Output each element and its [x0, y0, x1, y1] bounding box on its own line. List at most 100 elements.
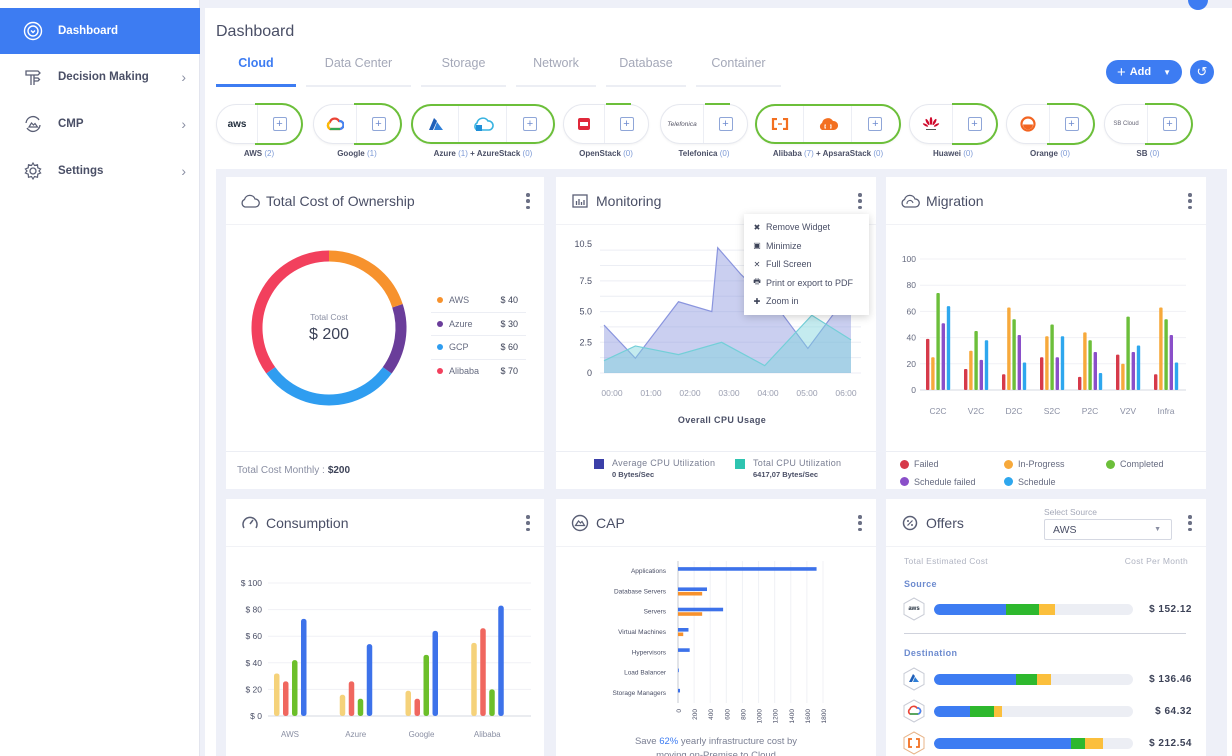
sidebar-item-cmp[interactable]: CMP › — [0, 101, 200, 147]
cost-value: $ 136.46 — [1149, 673, 1192, 685]
more-options-icon[interactable] — [858, 193, 862, 209]
close-icon: ✖ — [753, 222, 761, 232]
menu-item-remove-widget[interactable]: ✖ Remove Widget — [744, 218, 869, 237]
legend-item: Average CPU Utilization 0 Bytes/Sec — [594, 458, 735, 489]
y-tick-label: Database Servers — [614, 588, 667, 595]
widget-offers: Offers Select Source AWS ▼ Total Estimate… — [886, 499, 1206, 756]
legend-item: Completed — [1106, 457, 1196, 472]
bar-c2c-schedule-failed — [941, 323, 945, 390]
more-options-icon[interactable] — [1188, 193, 1192, 209]
x-tick-label: 400 — [708, 709, 715, 720]
provider-openstack[interactable]: + OpenStack (0) — [563, 103, 649, 158]
menu-item-print-export[interactable]: 🖶 Print or export to PDF — [744, 274, 869, 293]
legend-dot — [437, 344, 443, 351]
chevron-right-icon: › — [181, 116, 186, 132]
google-cloud-logo-icon — [314, 105, 358, 143]
cost-bar — [934, 705, 1133, 717]
provider-orange[interactable]: + Orange (0) — [1006, 103, 1095, 158]
migration-bar-chart: 0 20 40 60 80 100 C2C V2C D2C S2C P2C V2V Infra — [902, 254, 1186, 416]
discount-badge-icon — [900, 513, 920, 533]
provider-label: AWS (2) — [243, 149, 275, 158]
y-tick-label: 5.0 — [579, 307, 592, 317]
bar-v2c-in-progress — [969, 350, 973, 390]
x-tick-label: 1200 — [773, 709, 780, 724]
tco-legend: AWS $ 40 Azure $ 30 GCP $ 60 Alibaba $ 70 — [431, 289, 526, 383]
fullscreen-icon: ✕ — [753, 259, 761, 269]
x-tick-label: P2C — [1082, 406, 1099, 416]
more-options-icon[interactable] — [526, 193, 530, 209]
bar-v2c-schedule-failed — [979, 359, 983, 390]
tab-cloud[interactable]: Cloud — [216, 56, 296, 87]
bar-infra-failed — [1154, 374, 1158, 390]
x-tick-label: V2V — [1120, 406, 1136, 416]
x-tick-label: 200 — [692, 709, 699, 720]
menu-item-zoom-in[interactable]: ✚ Zoom in — [744, 292, 869, 311]
bar-v2c-failed — [964, 369, 968, 390]
widget-title: Migration — [926, 192, 984, 209]
provider-aws[interactable]: aws + AWS (2) — [216, 103, 303, 158]
bar-load-balancer-0 — [678, 668, 679, 673]
bar-azure-3 — [366, 644, 373, 716]
sidebar-item-dashboard[interactable]: Dashboard — [0, 8, 200, 54]
provider-azure[interactable]: + Azure (1) + AzureStack (0) — [411, 104, 555, 158]
tab-database[interactable]: Database — [606, 56, 686, 87]
provider-huawei[interactable]: + Huawei (0) — [909, 103, 998, 158]
bar-v2v-in-progress — [1121, 363, 1125, 390]
undo-button[interactable]: ↺ — [1190, 60, 1214, 84]
sidebar: Dashboard Decision Making › CMP › Settin… — [0, 0, 200, 756]
bar-google-0 — [405, 690, 411, 716]
tco-footer: Total Cost Monthly : $200 — [226, 451, 544, 489]
offer-row-aws: aws $ 152.12 — [902, 597, 1192, 621]
menu-item-minimize[interactable]: ▣ Minimize — [744, 237, 869, 256]
legend-dot — [1106, 459, 1115, 469]
legend-item: Schedule — [1004, 475, 1106, 490]
x-tick-label: 06:00 — [835, 388, 857, 398]
print-icon: 🖶 — [753, 276, 761, 286]
y-tick-label: 2.5 — [579, 337, 592, 347]
bar-v2v-schedule — [1136, 345, 1141, 390]
cost-segment-1 — [1071, 737, 1086, 749]
x-axis-title: Overall CPU Usage — [678, 415, 766, 425]
widget-title: Monitoring — [596, 192, 662, 209]
tab-network[interactable]: Network — [516, 56, 596, 87]
bar-infra-in-progress — [1159, 307, 1163, 390]
widget-total-cost-of-ownership: Total Cost of Ownership Total Cost $ 200… — [226, 177, 544, 489]
bar-s2c-schedule — [1060, 336, 1065, 390]
x-tick-label: 02:00 — [679, 388, 701, 398]
minimize-icon: ▣ — [753, 241, 761, 251]
provider-sb[interactable]: SB Cloud + SB (0) — [1104, 103, 1193, 158]
legend-dot — [900, 477, 909, 487]
menu-item-full-screen[interactable]: ✕ Full Screen — [744, 255, 869, 274]
add-account-button[interactable]: + — [852, 106, 899, 142]
cost-bar — [934, 737, 1133, 749]
avatar[interactable] — [1188, 0, 1208, 10]
legend-item: Schedule failed — [900, 475, 1004, 490]
consumption-bar-chart: $ 0 $ 20 $ 40 $ 60 $ 80 $ 100 AWS Azure Google Al… — [241, 578, 531, 739]
bar-s2c-failed — [1040, 357, 1044, 390]
sidebar-item-label: Decision Making — [58, 71, 149, 83]
caret-down-icon: ▼ — [1154, 526, 1161, 533]
more-options-icon[interactable] — [526, 515, 530, 531]
add-account-button[interactable]: + — [704, 105, 747, 143]
add-button[interactable]: + Add ▼ — [1106, 60, 1182, 84]
provider-telefonica[interactable]: Telefonica + Telefonica (0) — [660, 103, 748, 158]
divider — [904, 633, 1186, 634]
tab-bar: Cloud Data Center Storage Network Databa… — [216, 56, 781, 87]
add-account-button[interactable]: + — [507, 106, 553, 142]
select-source-dropdown[interactable]: AWS ▼ — [1044, 519, 1172, 540]
more-options-icon[interactable] — [858, 515, 862, 531]
sidebar-item-settings[interactable]: Settings › — [0, 148, 200, 194]
provider-alibaba[interactable]: + Alibaba (7) + ApsaraStack (0) — [755, 104, 901, 158]
sidebar-item-decision-making[interactable]: Decision Making › — [0, 54, 200, 100]
widget-cap: CAP 0 200 400 600 800 1000 1200 1400 1600 1800 App… — [556, 499, 876, 756]
provider-google[interactable]: + Google (1) — [313, 103, 402, 158]
more-options-icon[interactable] — [1188, 515, 1192, 531]
y-tick-label: $ 20 — [245, 684, 262, 694]
tab-storage[interactable]: Storage — [421, 56, 506, 87]
y-tick-label: $ 40 — [245, 658, 262, 668]
x-tick-label: 1600 — [805, 709, 812, 724]
bar-google-3 — [432, 630, 438, 716]
tab-data-center[interactable]: Data Center — [306, 56, 411, 87]
add-account-button[interactable]: + — [605, 105, 648, 143]
tab-container[interactable]: Container — [696, 56, 781, 87]
